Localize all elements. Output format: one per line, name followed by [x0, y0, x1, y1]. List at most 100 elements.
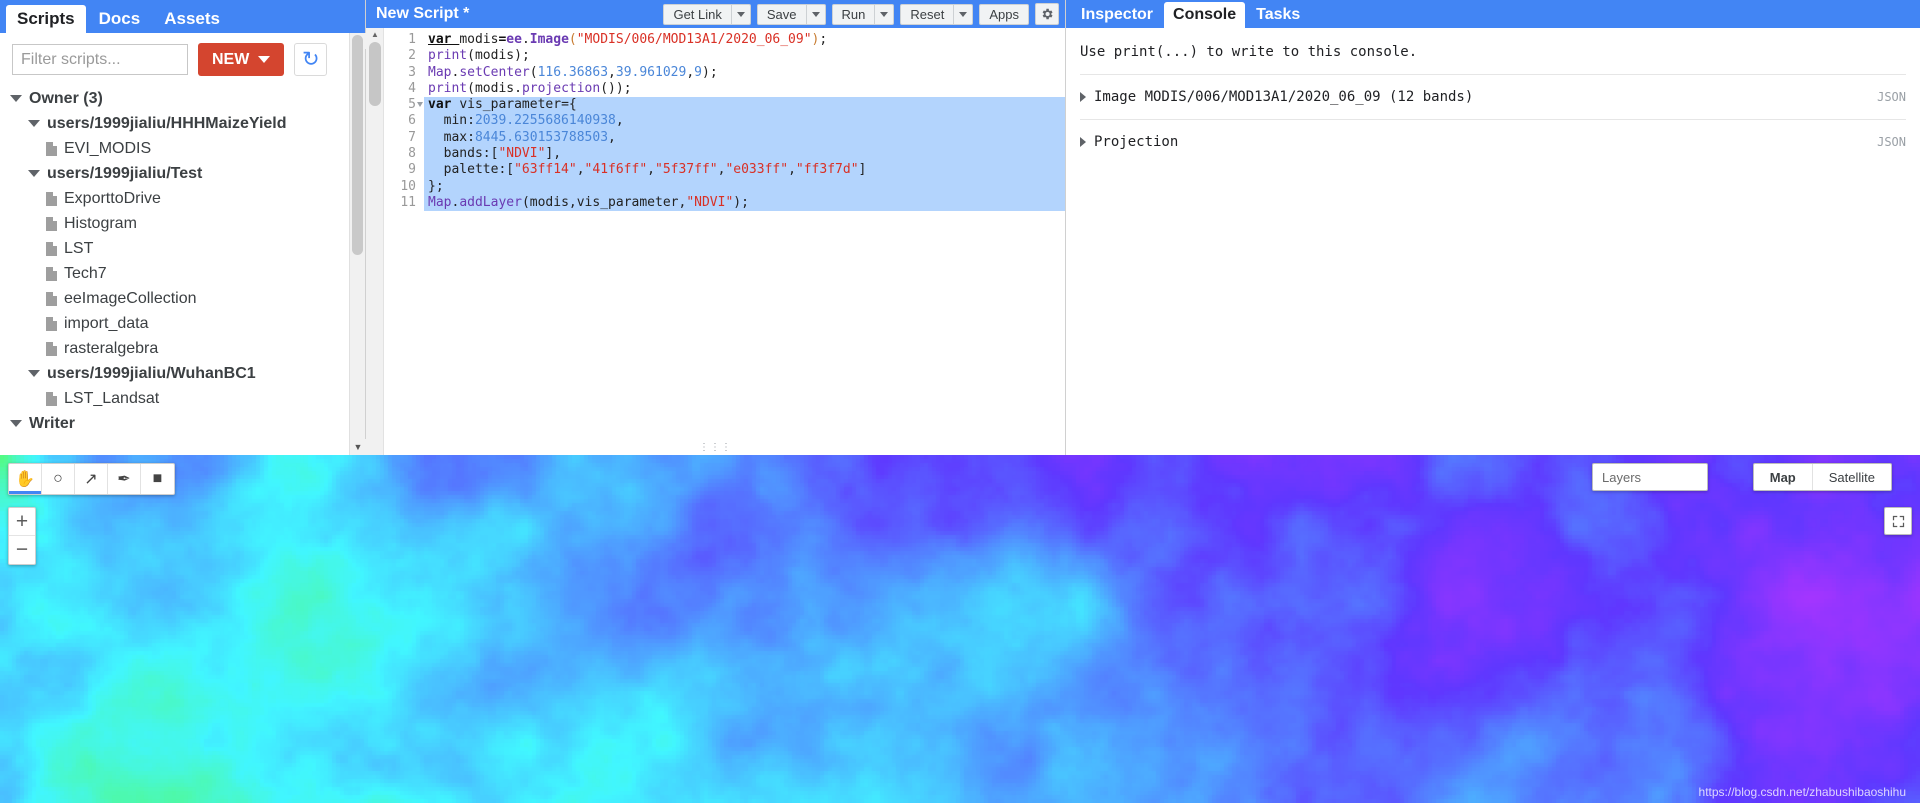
code-area[interactable]: ▲ 1234567891011 var modis=ee.Image("MODI…	[366, 28, 1065, 455]
marker-icon[interactable]: ○	[42, 464, 75, 494]
editor-toolbar: New Script * Get Link Save Run Reset	[366, 0, 1065, 28]
line-number-gutter: 1234567891011	[384, 28, 424, 455]
reset-button[interactable]: Reset	[900, 4, 954, 25]
reset-dropdown[interactable]	[954, 4, 973, 25]
map-drawing-toolbar: ✋○↗✒■	[8, 463, 175, 495]
repository-item[interactable]: users/1999jialiu/WuhanBC1	[0, 361, 365, 386]
zoom-out-button[interactable]: −	[9, 536, 35, 564]
chevron-down-icon[interactable]	[10, 420, 22, 427]
code-line[interactable]: bands:["NDVI"],	[424, 146, 1065, 162]
code-token: modis	[475, 81, 514, 96]
chevron-right-icon[interactable]	[1080, 92, 1086, 102]
get-link-button[interactable]: Get Link	[663, 4, 731, 25]
script-item[interactable]: LST	[0, 236, 365, 261]
apps-button[interactable]: Apps	[979, 4, 1029, 25]
code-line[interactable]: var modis=ee.Image("MODIS/006/MOD13A1/20…	[424, 32, 1065, 48]
code-token: print	[428, 48, 467, 63]
chevron-down-icon[interactable]	[28, 120, 40, 127]
script-item[interactable]: Tech7	[0, 261, 365, 286]
console-entry[interactable]: ProjectionJSON	[1080, 119, 1906, 164]
get-link-dropdown[interactable]	[732, 4, 751, 25]
refresh-icon[interactable]: ↻	[294, 43, 327, 76]
repository-item[interactable]: users/1999jialiu/HHHMaizeYield	[0, 111, 365, 136]
chevron-down-icon[interactable]	[10, 95, 22, 102]
layers-button[interactable]: Layers	[1592, 463, 1708, 491]
scroll-down-icon[interactable]: ▼	[350, 439, 366, 455]
zoom-in-button[interactable]: +	[9, 508, 35, 536]
chevron-down-icon[interactable]	[28, 170, 40, 177]
run-dropdown[interactable]	[875, 4, 894, 25]
code-line[interactable]: max:8445.630153788503,	[424, 130, 1065, 146]
line-number: 1	[384, 32, 416, 48]
gear-icon[interactable]	[1035, 3, 1059, 25]
code-line[interactable]: print(modis);	[424, 48, 1065, 64]
document-icon	[46, 292, 57, 306]
chevron-down-icon	[959, 12, 967, 17]
basemap-switcher: MapSatellite	[1753, 463, 1892, 491]
line-number: 8	[384, 146, 416, 162]
script-item[interactable]: import_data	[0, 311, 365, 336]
sidebar-tab-assets[interactable]: Assets	[153, 5, 231, 33]
basemap-satellite[interactable]: Satellite	[1812, 464, 1891, 490]
script-item[interactable]: Histogram	[0, 211, 365, 236]
code-line[interactable]: palette:["63ff14","41f6ff","5f37ff","e03…	[424, 162, 1065, 178]
console-tab-console[interactable]: Console	[1164, 2, 1245, 28]
tree-group[interactable]: Writer	[0, 411, 365, 436]
zoom-controls: + −	[8, 507, 36, 565]
code-line[interactable]: var vis_parameter={	[424, 97, 1065, 113]
code-line[interactable]: };	[424, 179, 1065, 195]
code-line[interactable]: print(modis.projection());	[424, 81, 1065, 97]
ndvi-raster-layer[interactable]	[0, 455, 1920, 803]
line-icon[interactable]: ↗	[75, 464, 108, 494]
console-tab-tasks[interactable]: Tasks	[1247, 2, 1309, 28]
repository-item[interactable]: users/1999jialiu/Test	[0, 161, 365, 186]
sidebar-tab-scripts[interactable]: Scripts	[6, 5, 86, 33]
script-item[interactable]: ExporttoDrive	[0, 186, 365, 211]
basemap-map[interactable]: Map	[1754, 464, 1812, 490]
map-view[interactable]: ✋○↗✒■ + − Layers MapSatellite https://bl…	[0, 455, 1920, 803]
chevron-down-icon[interactable]	[28, 370, 40, 377]
script-item[interactable]: LST_Landsat	[0, 386, 365, 411]
sidebar-scrollbar[interactable]: ▲ ▼	[349, 33, 365, 455]
tree-group[interactable]: Owner (3)	[0, 86, 365, 111]
code-token: .	[522, 32, 530, 47]
rectangle-icon[interactable]: ■	[141, 464, 174, 494]
scroll-up-icon[interactable]: ▲	[366, 28, 384, 41]
watermark: https://blog.csdn.net/zhabushibaoshihu	[1699, 785, 1906, 799]
code-line[interactable]: min:2039.2255686140938,	[424, 113, 1065, 129]
code-text[interactable]: var modis=ee.Image("MODIS/006/MOD13A1/20…	[424, 28, 1065, 455]
code-line[interactable]: Map.addLayer(modis,vis_parameter,"NDVI")…	[424, 195, 1065, 211]
hand-icon[interactable]: ✋	[9, 464, 42, 494]
script-item[interactable]: rasteralgebra	[0, 336, 365, 361]
json-link[interactable]: JSON	[1877, 135, 1906, 149]
save-button[interactable]: Save	[757, 4, 807, 25]
console-entry[interactable]: Image MODIS/006/MOD13A1/2020_06_09 (12 b…	[1080, 74, 1906, 119]
code-token: "NDVI"	[498, 146, 545, 161]
sidebar-tab-docs[interactable]: Docs	[88, 5, 152, 33]
new-script-button[interactable]: NEW	[198, 43, 284, 76]
code-line[interactable]: Map.setCenter(116.36863,39.961029,9);	[424, 65, 1065, 81]
run-button[interactable]: Run	[832, 4, 876, 25]
save-dropdown[interactable]	[807, 4, 826, 25]
script-item[interactable]: EVI_MODIS	[0, 136, 365, 161]
tree-note: No accessible repositories. Click	[0, 436, 365, 439]
console-tab-inspector[interactable]: Inspector	[1072, 2, 1162, 28]
sidebar-scroll-thumb[interactable]	[352, 35, 363, 255]
filter-scripts-input[interactable]	[12, 44, 188, 75]
code-token: "41f6ff"	[585, 162, 648, 177]
document-icon	[46, 217, 57, 231]
code-token: vis_parameter	[459, 97, 561, 112]
top-region: ScriptsDocsAssets NEW ↻ Owner (3)users/1…	[0, 0, 1920, 455]
editor-scrollbar[interactable]: ▲	[366, 28, 384, 455]
chevron-right-icon[interactable]	[1080, 137, 1086, 147]
json-link[interactable]: JSON	[1877, 90, 1906, 104]
code-fold-icon[interactable]	[417, 102, 423, 107]
code-token: ,	[616, 113, 624, 128]
polygon-icon[interactable]: ✒	[108, 464, 141, 494]
code-token: (	[467, 48, 475, 63]
fullscreen-icon[interactable]	[1884, 507, 1912, 535]
panel-resize-handle[interactable]: ⋮⋮⋮	[699, 442, 732, 453]
editor-scroll-thumb[interactable]	[369, 42, 381, 106]
code-token: bands:[	[428, 146, 498, 161]
script-item[interactable]: eeImageCollection	[0, 286, 365, 311]
